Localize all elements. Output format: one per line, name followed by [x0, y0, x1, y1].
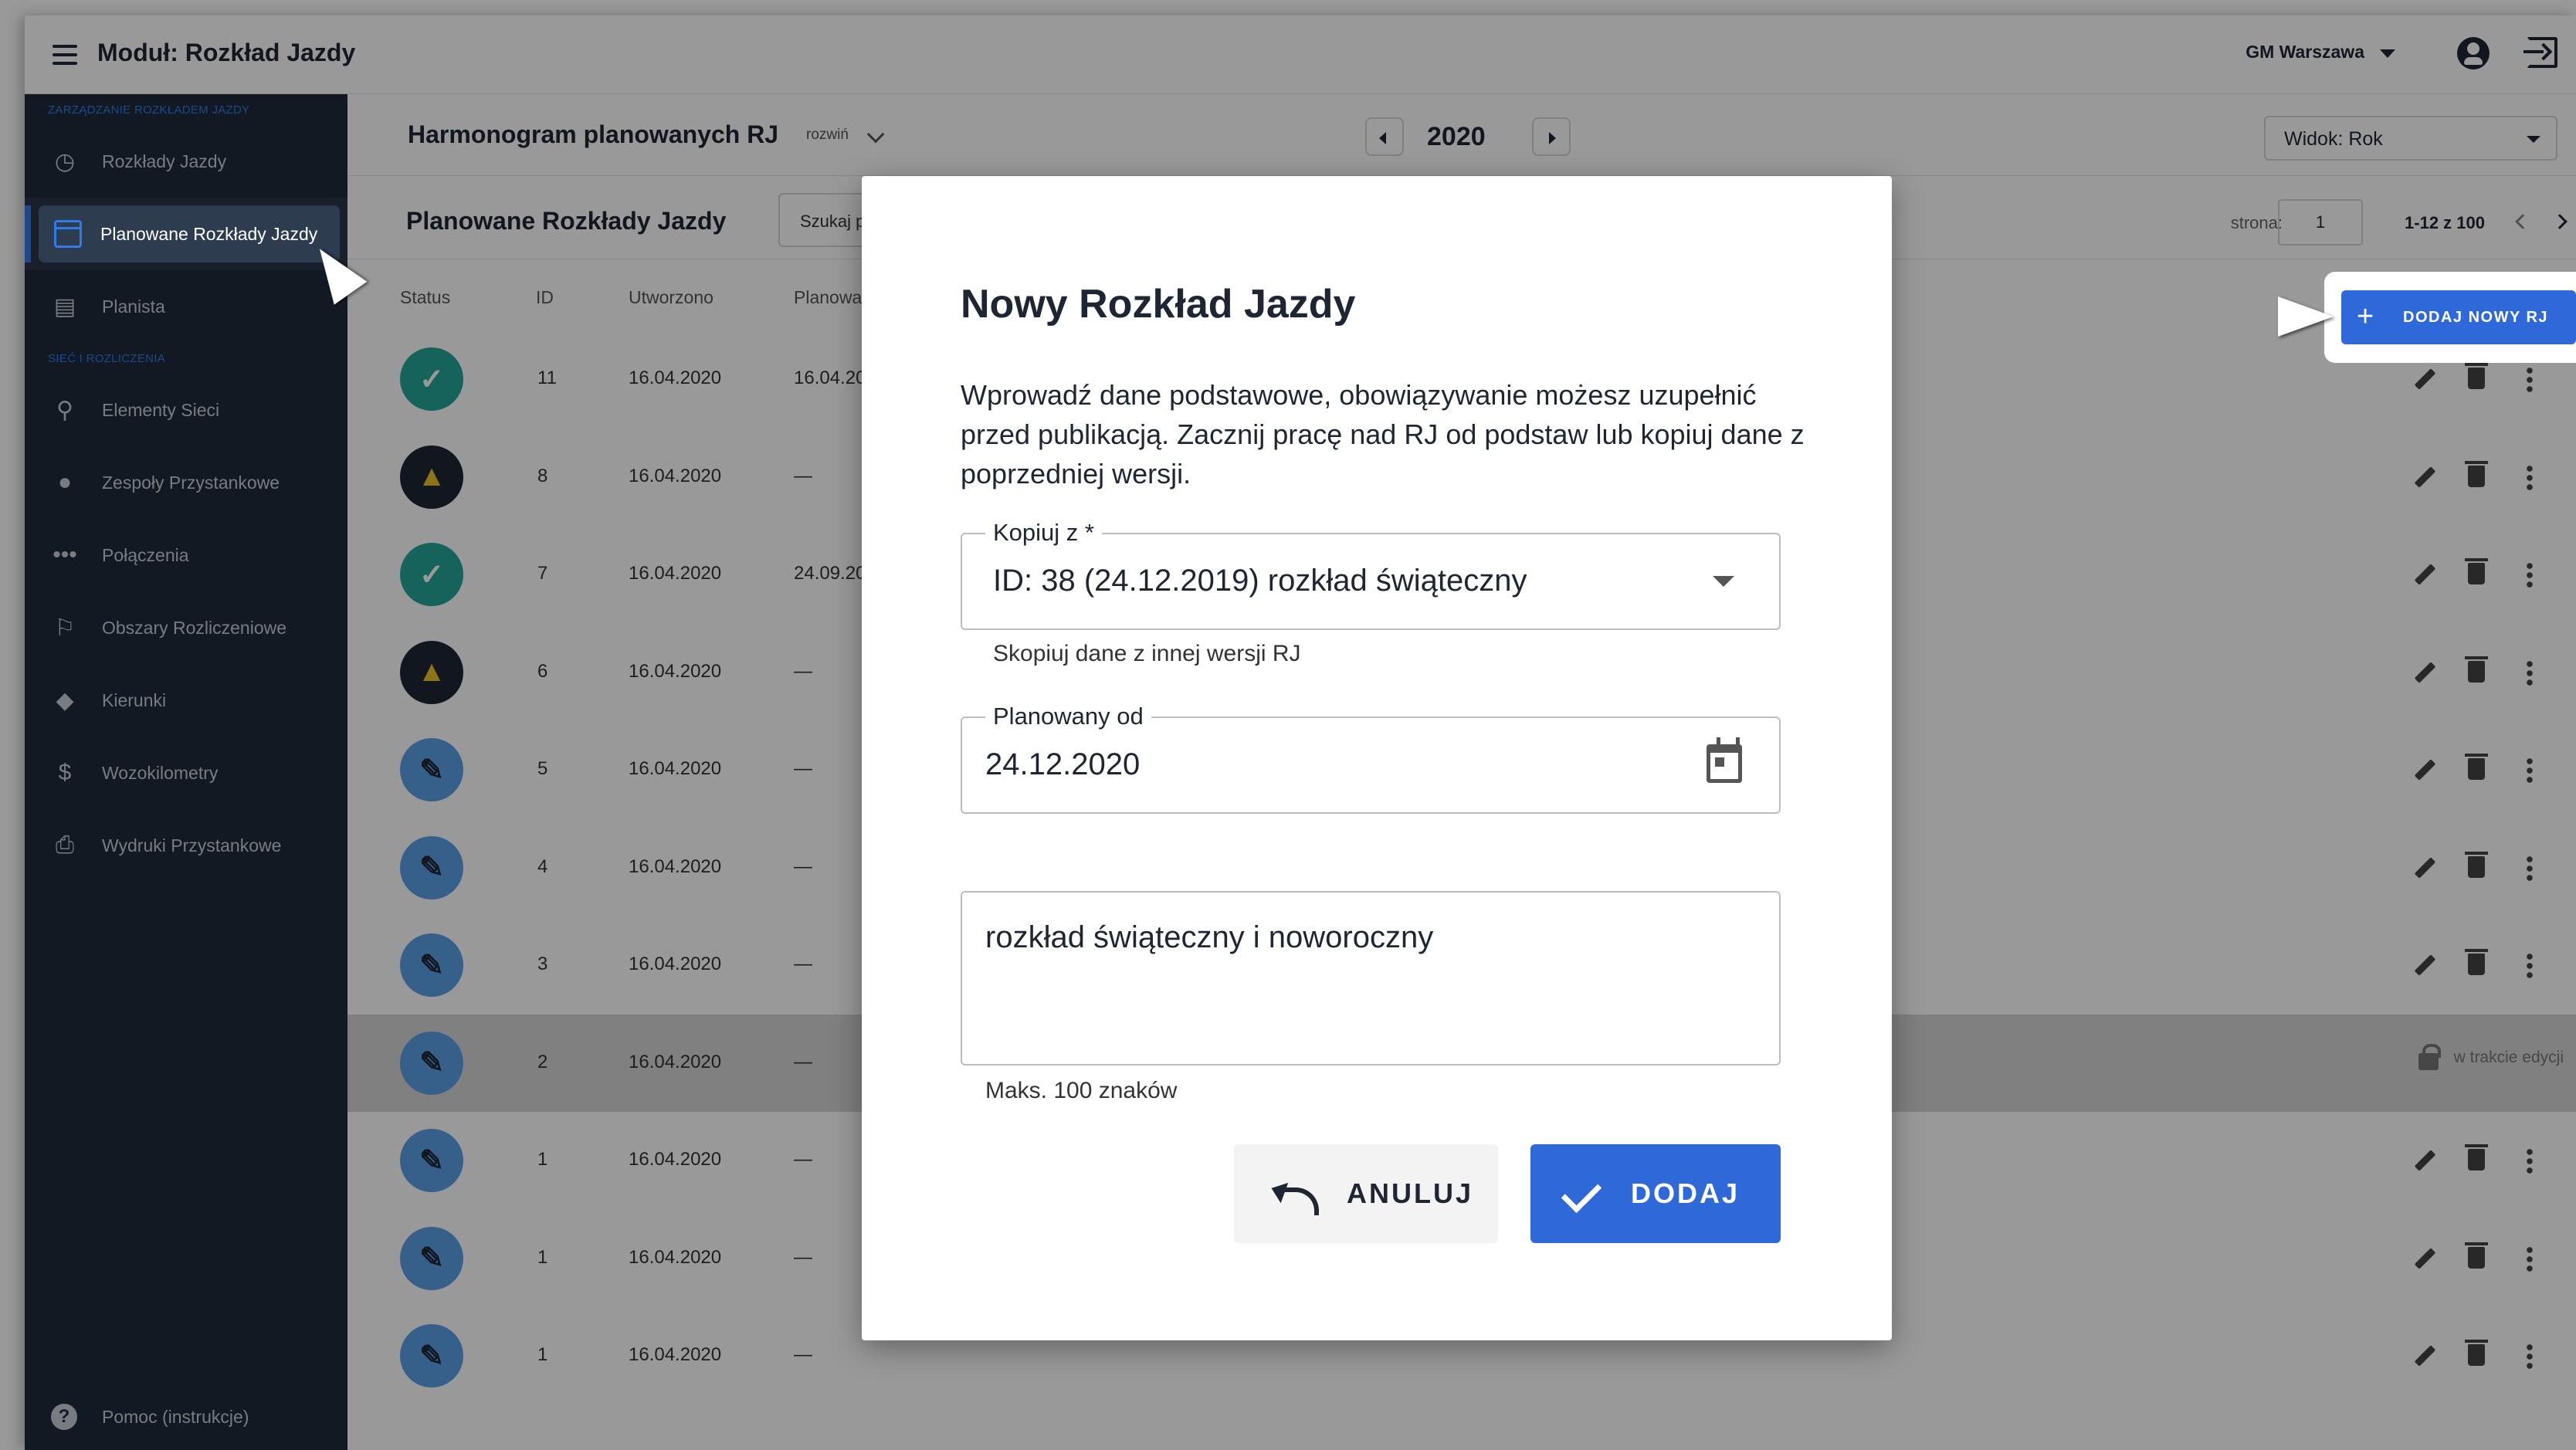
plus-icon: + — [2357, 300, 2375, 333]
check-icon — [1561, 1172, 1602, 1214]
cancel-label: ANULUJ — [1347, 1177, 1474, 1209]
description-textarea[interactable]: rozkład świąteczny i noworoczny — [961, 891, 1781, 1065]
copy-from-select[interactable]: Kopiuj z * ID: 38 (24.12.2019) rozkład ś… — [961, 519, 1781, 630]
copy-from-value: ID: 38 (24.12.2019) rozkład świąteczny — [993, 564, 1527, 598]
add-new-rj-button[interactable]: + DODAJ NOWY RJ — [2341, 290, 2576, 344]
copy-from-hint: Skopiuj dane z innej wersji RJ — [993, 641, 1301, 666]
planned-from-label: Planowany od — [985, 703, 1151, 730]
arrow-pointer-icon — [2278, 296, 2334, 337]
sidebar-item-label: Planowane Rozkłady Jazdy — [100, 224, 318, 244]
add-label: DODAJ — [1631, 1177, 1740, 1209]
new-timetable-dialog: Nowy Rozkład Jazdy Wprowadź dane podstaw… — [862, 176, 1892, 1340]
calendar-icon — [54, 220, 82, 248]
highlighted-sidebar-item[interactable]: Planowane Rozkłady Jazdy — [39, 205, 340, 263]
planned-from-value: 24.12.2020 — [985, 747, 1141, 781]
cancel-button[interactable]: ANULUJ — [1234, 1144, 1498, 1243]
dialog-title: Nowy Rozkład Jazdy — [961, 282, 1356, 327]
submit-add-button[interactable]: DODAJ — [1530, 1144, 1781, 1243]
dropdown-arrow-icon[interactable] — [1713, 576, 1734, 587]
undo-icon — [1271, 1178, 1319, 1215]
add-new-rj-label: DODAJ NOWY RJ — [2403, 308, 2549, 326]
copy-from-label: Kopiuj z * — [985, 519, 1102, 547]
dialog-description: Wprowadź dane podstawowe, obowiązywanie … — [961, 379, 1805, 490]
description-hint: Maks. 100 znaków — [985, 1078, 1178, 1103]
calendar-icon[interactable] — [1707, 737, 1742, 783]
description-value: rozkład świąteczny i noworoczny — [985, 920, 1434, 954]
planned-from-field[interactable]: Planowany od 24.12.2020 — [961, 703, 1781, 814]
